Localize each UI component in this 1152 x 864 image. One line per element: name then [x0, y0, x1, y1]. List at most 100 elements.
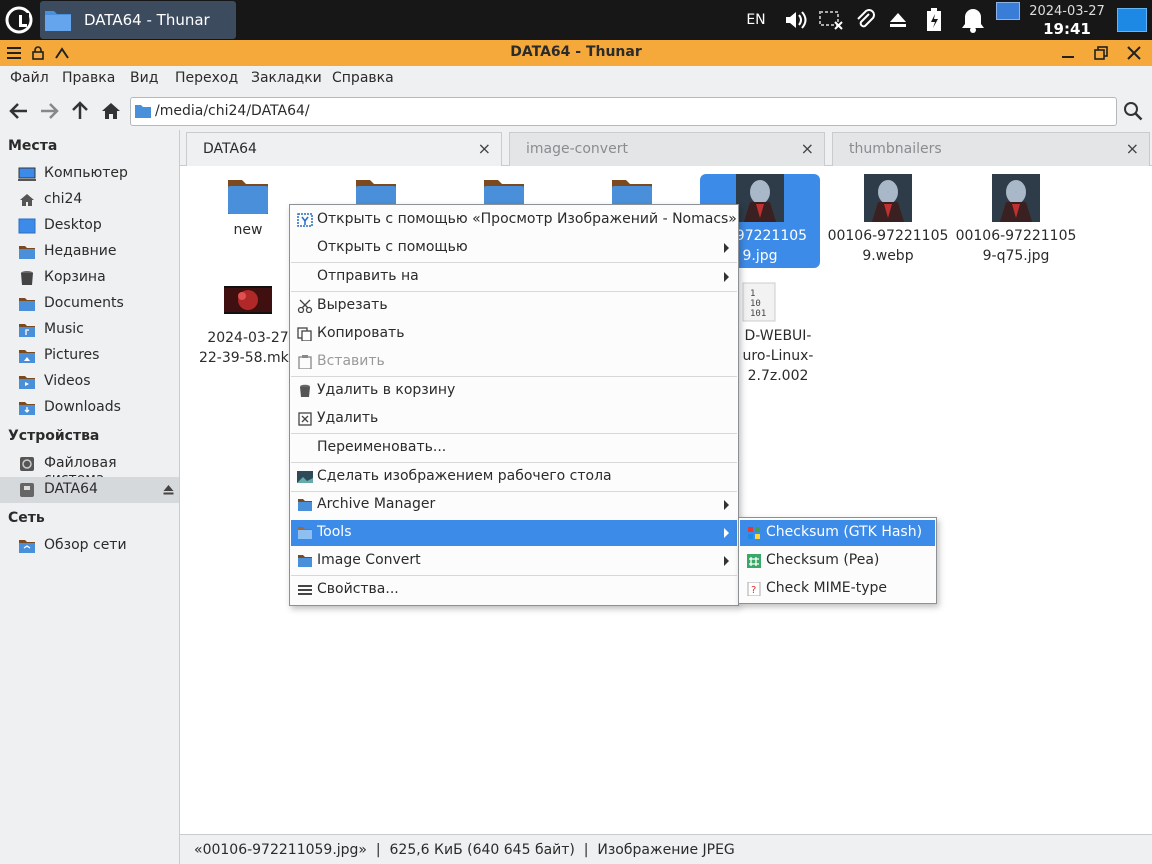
search-icon[interactable]: [1122, 100, 1144, 122]
delete-icon: [298, 412, 312, 426]
menu-item-move-to-trash[interactable]: Удалить в корзину: [291, 378, 737, 404]
battery-icon[interactable]: [919, 0, 949, 40]
binary-file-icon: 1 10 101: [742, 282, 776, 322]
sidebar-item-label: Music: [44, 321, 84, 337]
sidebar-item-network[interactable]: Обзор сети: [0, 533, 179, 559]
sidebar-item-videos[interactable]: Videos: [0, 369, 179, 395]
file-item-image-q75[interactable]: 00106-97221105 9-q75.jpg: [951, 174, 1081, 266]
file-name: 00106-97221105 9.webp: [827, 228, 949, 264]
sidebar-item-label: Documents: [44, 295, 124, 311]
menu-item-set-wallpaper[interactable]: Сделать изображением рабочего стола: [291, 464, 737, 490]
tab-data64[interactable]: DATA64 ×: [186, 132, 502, 166]
keyboard-layout-indicator[interactable]: EN: [738, 0, 774, 40]
network-icon: [19, 540, 35, 553]
menu-item-rename[interactable]: Переименовать...: [291, 435, 737, 461]
sidebar-section-network: Сеть: [8, 510, 45, 526]
sidebar-item-label: Корзина: [44, 269, 106, 285]
menu-item-checksum-gtkhash[interactable]: Checksum (GTK Hash): [740, 520, 935, 546]
file-name: 00106-97221105 9-q75.jpg: [955, 228, 1077, 264]
paste-icon: [298, 355, 312, 369]
desktop-icon: [18, 218, 36, 234]
menu-help[interactable]: Справка: [332, 70, 394, 86]
path-input[interactable]: /media/chi24/DATA64/: [130, 97, 1117, 126]
home-icon[interactable]: [100, 100, 122, 122]
menu-item-properties[interactable]: Свойства...: [291, 577, 737, 603]
menu-item-archive-manager[interactable]: Archive Manager: [291, 492, 737, 518]
tab-thumbnailers[interactable]: thumbnailers ×: [832, 132, 1150, 166]
menu-item-open-with[interactable]: Открыть с помощью: [291, 235, 737, 261]
clip-icon[interactable]: [850, 0, 880, 40]
tab-label: thumbnailers: [849, 141, 942, 157]
menu-item-copy[interactable]: Копировать: [291, 321, 737, 347]
window-titlebar[interactable]: DATA64 - Thunar: [0, 40, 1152, 66]
menu-go[interactable]: Переход: [175, 70, 238, 86]
parent-folder-icon[interactable]: [69, 100, 91, 122]
close-icon[interactable]: [1122, 41, 1146, 65]
tab-label: image-convert: [526, 141, 628, 157]
menu-item-open-with-nomacs[interactable]: Открыть с помощью «Просмотр Изображений …: [291, 207, 737, 233]
menu-item-image-convert[interactable]: Image Convert: [291, 548, 737, 574]
bell-icon[interactable]: [958, 0, 988, 40]
window-title: DATA64 - Thunar: [510, 44, 642, 60]
clock-time[interactable]: 19:41: [1024, 20, 1110, 38]
folder-icon: [298, 527, 312, 539]
eject-icon[interactable]: [883, 0, 913, 40]
mime-icon: ?: [747, 582, 761, 596]
location-toolbar: /media/chi24/DATA64/: [0, 92, 1152, 130]
menu-item-send-to[interactable]: Отправить на: [291, 264, 737, 290]
folder-icon: [45, 11, 71, 31]
sidebar-item-trash[interactable]: Корзина: [0, 265, 179, 291]
tab-close-icon[interactable]: ×: [1126, 139, 1139, 158]
sidebar-item-data64[interactable]: DATA64: [0, 477, 179, 503]
maximize-icon[interactable]: [1089, 41, 1113, 65]
sidebar-item-home[interactable]: chi24: [0, 187, 179, 213]
menu-item-check-mime[interactable]: ? Check MIME-type: [740, 576, 935, 602]
minimize-icon[interactable]: [1056, 41, 1080, 65]
display-icon[interactable]: [816, 0, 846, 40]
eject-icon[interactable]: [163, 485, 174, 495]
tab-image-convert[interactable]: image-convert ×: [509, 132, 825, 166]
submenu-arrow-icon: [724, 528, 729, 538]
status-bar: «00106-972211059.jpg» | 625,6 КиБ (640 6…: [180, 834, 1152, 864]
tab-close-icon[interactable]: ×: [478, 139, 491, 158]
menu-item-paste[interactable]: Вставить: [291, 349, 737, 375]
menu-view[interactable]: Вид: [130, 70, 158, 86]
sidebar-item-documents[interactable]: Documents: [0, 291, 179, 317]
menu-item-cut[interactable]: Вырезать: [291, 293, 737, 319]
show-desktop-button[interactable]: [1117, 8, 1147, 32]
sidebar-item-computer[interactable]: Компьютер: [0, 161, 179, 187]
sidebar-item-filesystem[interactable]: Файловая система: [0, 451, 179, 487]
clock-date[interactable]: 2024-03-27: [1024, 4, 1110, 19]
back-icon[interactable]: [8, 100, 30, 122]
sidebar-item-recent[interactable]: Недавние: [0, 239, 179, 265]
image-thumbnail-icon: [992, 174, 1040, 222]
sidebar: Места Компьютер chi24 Desktop Недавние К…: [0, 130, 180, 864]
menu-file[interactable]: Файл: [10, 70, 49, 86]
sidebar-item-label: DATA64: [44, 481, 98, 497]
forward-icon[interactable]: [38, 100, 60, 122]
menu-bookmarks[interactable]: Закладки: [251, 70, 322, 86]
sidebar-item-desktop[interactable]: Desktop: [0, 213, 179, 239]
sidebar-item-music[interactable]: Music: [0, 317, 179, 343]
properties-icon: [298, 585, 312, 595]
tab-bar: DATA64 × image-convert × thumbnailers ×: [180, 130, 1152, 166]
folder-icon: [298, 555, 312, 567]
tab-close-icon[interactable]: ×: [801, 139, 814, 158]
volume-icon[interactable]: [780, 0, 810, 40]
file-item-image-webp[interactable]: 00106-97221105 9.webp: [823, 174, 953, 266]
workspace-thumbnail[interactable]: [996, 2, 1020, 20]
menu-item-delete[interactable]: Удалить: [291, 406, 737, 432]
submenu-arrow-icon: [724, 272, 729, 282]
cut-icon: [297, 299, 313, 313]
menu-edit[interactable]: Правка: [62, 70, 115, 86]
sidebar-item-downloads[interactable]: Downloads: [0, 395, 179, 421]
app-menu-logo-icon[interactable]: [4, 5, 34, 35]
menu-item-checksum-pea[interactable]: Checksum (Pea): [740, 548, 935, 574]
sidebar-item-pictures[interactable]: Pictures: [0, 343, 179, 369]
menu-item-tools[interactable]: Tools: [291, 520, 737, 546]
folder-icon: [298, 499, 312, 511]
sidebar-section-places: Места: [8, 138, 58, 154]
taskbar-window-button[interactable]: DATA64 - Thunar: [40, 1, 236, 39]
sidebar-section-devices: Устройства: [8, 428, 100, 444]
path-text: /media/chi24/DATA64/: [155, 103, 310, 119]
